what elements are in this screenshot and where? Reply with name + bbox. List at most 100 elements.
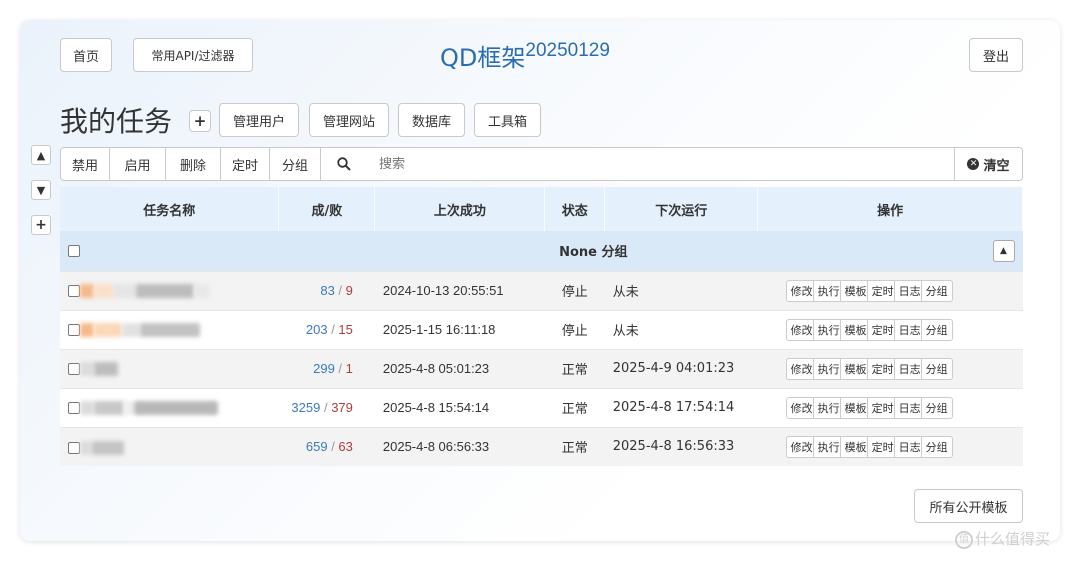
group-assign-button[interactable]: 分组: [920, 435, 953, 458]
group-button[interactable]: 分组: [269, 147, 321, 181]
fail-count: 15: [338, 322, 353, 337]
col-last-success[interactable]: 上次成功: [374, 187, 546, 231]
table-header-row: 任务名称 成/败 上次成功 状态 下次运行 操作: [60, 187, 1023, 231]
group-assign-button[interactable]: 分组: [920, 279, 953, 302]
next-run-cell: 2025-4-8 17:54:14: [604, 387, 758, 427]
task-name-cell[interactable]: [60, 270, 279, 310]
group-assign-button[interactable]: 分组: [920, 396, 953, 419]
group-label: None 分组: [559, 245, 628, 261]
scroll-down-button[interactable]: ▼: [31, 180, 51, 200]
redacted-name-block: [80, 323, 94, 338]
row-checkbox[interactable]: [68, 285, 80, 298]
count-separator: /: [327, 439, 339, 455]
table-row: 83 / 9 2024-10-13 20:55:51 停止 从未 修改 执行 模板 定时 日志分…: [60, 270, 1023, 310]
redacted-name-block: [80, 284, 94, 299]
success-fail-cell: 299 / 1: [278, 348, 375, 388]
group-checkbox-cell: [60, 231, 279, 271]
last-success-cell: 2024-10-13 20:55:51: [374, 270, 545, 310]
redacted-name-block: [134, 401, 218, 416]
count-separator: /: [320, 400, 332, 415]
row-checkbox[interactable]: [68, 402, 80, 415]
next-run-cell: 2025-4-8 16:56:33: [604, 426, 758, 466]
fail-count: 63: [338, 439, 353, 455]
row-checkbox[interactable]: [68, 324, 80, 337]
next-run-cell: 2025-4-9 04:01:23: [604, 348, 758, 388]
col-status[interactable]: 状态: [544, 187, 606, 231]
redacted-name-block: [92, 440, 124, 455]
col-next-run[interactable]: 下次运行: [604, 187, 759, 231]
task-name-cell[interactable]: [60, 426, 279, 466]
operations-cell: 修改 执行 模板 定时 日志 分组: [757, 309, 1023, 349]
group-checkbox[interactable]: [68, 244, 80, 257]
last-success-cell: 2025-4-8 15:54:14: [374, 387, 545, 427]
success-fail-cell: 203 / 15: [278, 309, 375, 349]
public-templates-button[interactable]: 所有公开模板: [914, 489, 1023, 523]
success-fail-cell: 3259 / 379: [278, 387, 375, 427]
group-row: None 分组 ▲: [60, 231, 1023, 271]
redacted-name-block: [94, 362, 118, 377]
fail-count: 379: [331, 400, 353, 415]
side-add-button[interactable]: +: [31, 215, 51, 235]
site-title: QD框架20250129: [440, 38, 610, 73]
fail-count: 9: [345, 283, 353, 298]
redacted-name-block: [114, 284, 136, 299]
group-assign-button[interactable]: 分组: [920, 357, 953, 380]
add-task-button[interactable]: +: [189, 110, 211, 132]
success-count: 203: [305, 322, 328, 337]
table-row: 203 / 15 2025-1-15 16:11:18 停止 从未 修改 执行 模板 定时 日志…: [60, 309, 1023, 349]
operations-cell: 修改 执行 模板 定时 日志 分组: [757, 348, 1023, 388]
redacted-name-block: [124, 401, 134, 416]
redacted-name-block: [122, 323, 140, 338]
redacted-name-block: [194, 284, 210, 299]
redacted-name-block: [80, 401, 94, 416]
success-fail-cell: 83 / 9: [278, 270, 375, 310]
group-assign-button[interactable]: 分组: [920, 318, 953, 341]
database-button[interactable]: 数据库: [398, 103, 465, 137]
search-icon[interactable]: [320, 147, 368, 181]
redacted-name-block: [140, 323, 200, 338]
task-name-cell[interactable]: [60, 309, 279, 349]
status-cell: 正常: [544, 426, 605, 466]
last-success-cell: 2025-4-8 05:01:23: [374, 348, 545, 388]
success-count: 3259: [291, 400, 321, 415]
group-collapse-button[interactable]: ▲: [992, 239, 1015, 262]
site-version: 20250129: [525, 40, 610, 61]
timer-button[interactable]: 定时: [220, 147, 270, 181]
manage-sites-button[interactable]: 管理网站: [309, 103, 389, 137]
enable-button[interactable]: 启用: [109, 147, 166, 181]
table-row: 299 / 1 2025-4-8 05:01:23 正常 2025-4-9 04:01…: [60, 348, 1023, 388]
task-name-cell[interactable]: [60, 348, 279, 388]
success-count: 659: [305, 439, 328, 455]
row-checkbox[interactable]: [68, 441, 80, 454]
operations-cell: 修改 执行 模板 定时 日志 分组: [757, 426, 1023, 466]
api-filter-button[interactable]: 常用API/过滤器: [133, 38, 253, 72]
redacted-name-block: [80, 440, 92, 455]
watermark-logo-icon: 值: [955, 530, 973, 549]
status-cell: 停止: [544, 309, 605, 349]
disable-button[interactable]: 禁用: [60, 147, 110, 181]
last-success-cell: 2025-1-15 16:11:18: [374, 309, 545, 349]
count-separator: /: [334, 361, 346, 376]
toolbox-button[interactable]: 工具箱: [474, 103, 541, 137]
logout-button[interactable]: 登出: [969, 38, 1023, 72]
home-button[interactable]: 首页: [60, 38, 112, 72]
group-label-cell: None 分组: [278, 231, 758, 271]
task-name-cell[interactable]: [60, 387, 279, 427]
redacted-name-block: [136, 284, 194, 299]
manage-users-button[interactable]: 管理用户: [219, 103, 299, 137]
clear-button[interactable]: ✕ 清空: [954, 147, 1023, 181]
count-separator: /: [327, 322, 339, 337]
search-input[interactable]: [367, 147, 955, 181]
count-separator: /: [334, 283, 346, 298]
delete-button[interactable]: 删除: [165, 147, 221, 181]
scroll-up-button[interactable]: ▲: [31, 145, 51, 165]
search-icon-glyph: [337, 157, 351, 171]
watermark: 值什么值得买: [955, 528, 1050, 549]
table-row: 659 / 63 2025-4-8 06:56:33 正常 2025-4-8 16:5…: [60, 426, 1023, 466]
next-run-cell: 从未: [604, 309, 758, 349]
col-success-fail[interactable]: 成/败: [278, 187, 376, 231]
col-task-name[interactable]: 任务名称: [60, 187, 280, 231]
row-checkbox[interactable]: [68, 363, 80, 376]
table-row: 3259 / 379 2025-4-8 15:54:14 正常 2025-4-8 17…: [60, 387, 1023, 427]
status-cell: 正常: [544, 387, 605, 427]
